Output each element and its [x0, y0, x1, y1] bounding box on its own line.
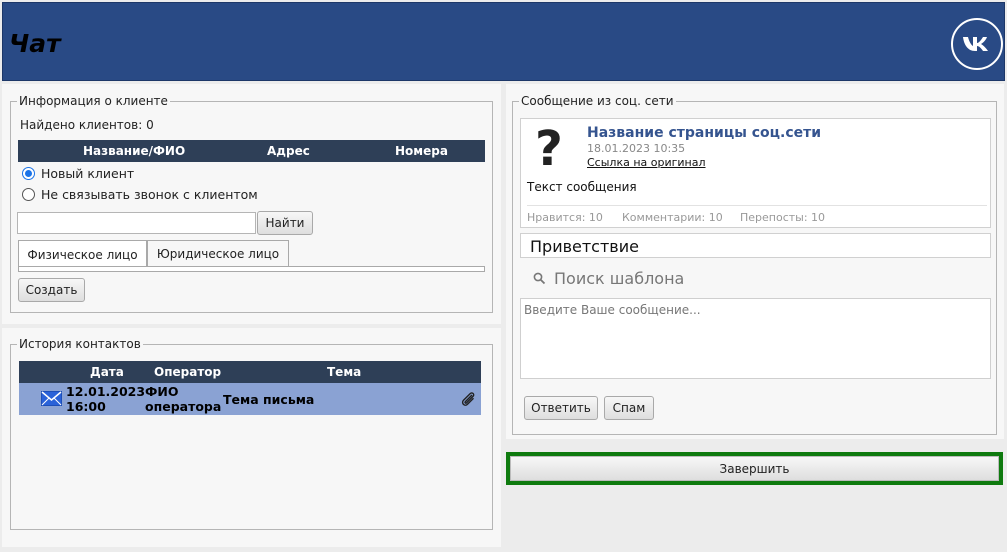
- table-row[interactable]: 12.01.2023 16:00 ФИО оператора Тема пись…: [19, 383, 481, 415]
- question-mark-icon: ?: [535, 121, 563, 177]
- find-button[interactable]: Найти: [257, 211, 313, 235]
- likes-count: Нравится: 10: [527, 211, 603, 224]
- greeting-select[interactable]: Приветствие: [520, 233, 991, 258]
- original-link[interactable]: Ссылка на оригинал: [587, 156, 706, 169]
- template-search-placeholder: Поиск шаблона: [554, 269, 685, 288]
- history-subject: Тема письма: [223, 392, 315, 407]
- template-search[interactable]: Поиск шаблона: [533, 269, 684, 288]
- history-date: 12.01.2023: [66, 384, 146, 399]
- finish-button-frame: Завершить: [506, 452, 1003, 485]
- history-operator-line2: оператора: [145, 399, 222, 414]
- column-date: Дата: [90, 365, 124, 379]
- client-table-header: Название/ФИО Адрес Номера: [18, 140, 485, 162]
- vk-logo-icon[interactable]: [951, 18, 1003, 70]
- social-message-card: ? Название страницы соц.сети 18.01.2023 …: [520, 118, 991, 228]
- column-phones: Номера: [395, 144, 448, 158]
- history-table-header: Дата Оператор Тема: [19, 361, 481, 383]
- reply-textarea[interactable]: Введите Ваше сообщение...: [520, 298, 991, 379]
- column-operator: Оператор: [154, 365, 222, 379]
- reply-button[interactable]: Ответить: [524, 396, 598, 420]
- column-address: Адрес: [267, 144, 310, 158]
- message-date: 18.01.2023 10:35: [587, 142, 686, 155]
- social-page-name[interactable]: Название страницы соц.сети: [587, 125, 821, 141]
- history-operator-line1: ФИО: [145, 384, 179, 399]
- radio-button-checked[interactable]: [22, 167, 35, 180]
- found-clients-text: Найдено клиентов: 0: [20, 118, 154, 132]
- radio-no-link[interactable]: Не связывать звонок с клиентом: [22, 187, 258, 202]
- client-info-legend: Информация о клиенте: [19, 94, 168, 108]
- tab-legal-entity[interactable]: Юридическое лицо: [147, 240, 289, 267]
- client-search-input[interactable]: [17, 212, 256, 234]
- reposts-count: Перепосты: 10: [740, 211, 826, 224]
- page-title: Чат: [9, 29, 61, 58]
- tab-individual[interactable]: Физическое лицо: [18, 240, 147, 268]
- paperclip-icon[interactable]: [460, 390, 476, 411]
- spam-button[interactable]: Спам: [604, 396, 654, 420]
- radio-no-link-label: Не связывать звонок с клиентом: [41, 187, 258, 202]
- radio-new-client[interactable]: Новый клиент: [22, 166, 134, 181]
- column-name: Название/ФИО: [83, 144, 186, 158]
- card-divider: [527, 205, 987, 206]
- history-time: 16:00: [66, 399, 106, 414]
- radio-button[interactable]: [22, 188, 35, 201]
- history-legend: История контактов: [19, 337, 141, 351]
- create-button[interactable]: Создать: [18, 278, 85, 302]
- finish-button[interactable]: Завершить: [510, 456, 999, 481]
- column-subject: Тема: [327, 365, 362, 379]
- social-legend: Сообщение из соц. сети: [521, 94, 674, 108]
- comments-count: Комментарии: 10: [622, 211, 723, 224]
- mail-icon: [41, 391, 62, 409]
- message-text: Текст сообщения: [527, 180, 637, 194]
- tab-content-area: [18, 266, 485, 272]
- search-icon: [533, 272, 546, 285]
- header-bar: Чат: [2, 2, 1005, 81]
- radio-new-client-label: Новый клиент: [41, 166, 135, 181]
